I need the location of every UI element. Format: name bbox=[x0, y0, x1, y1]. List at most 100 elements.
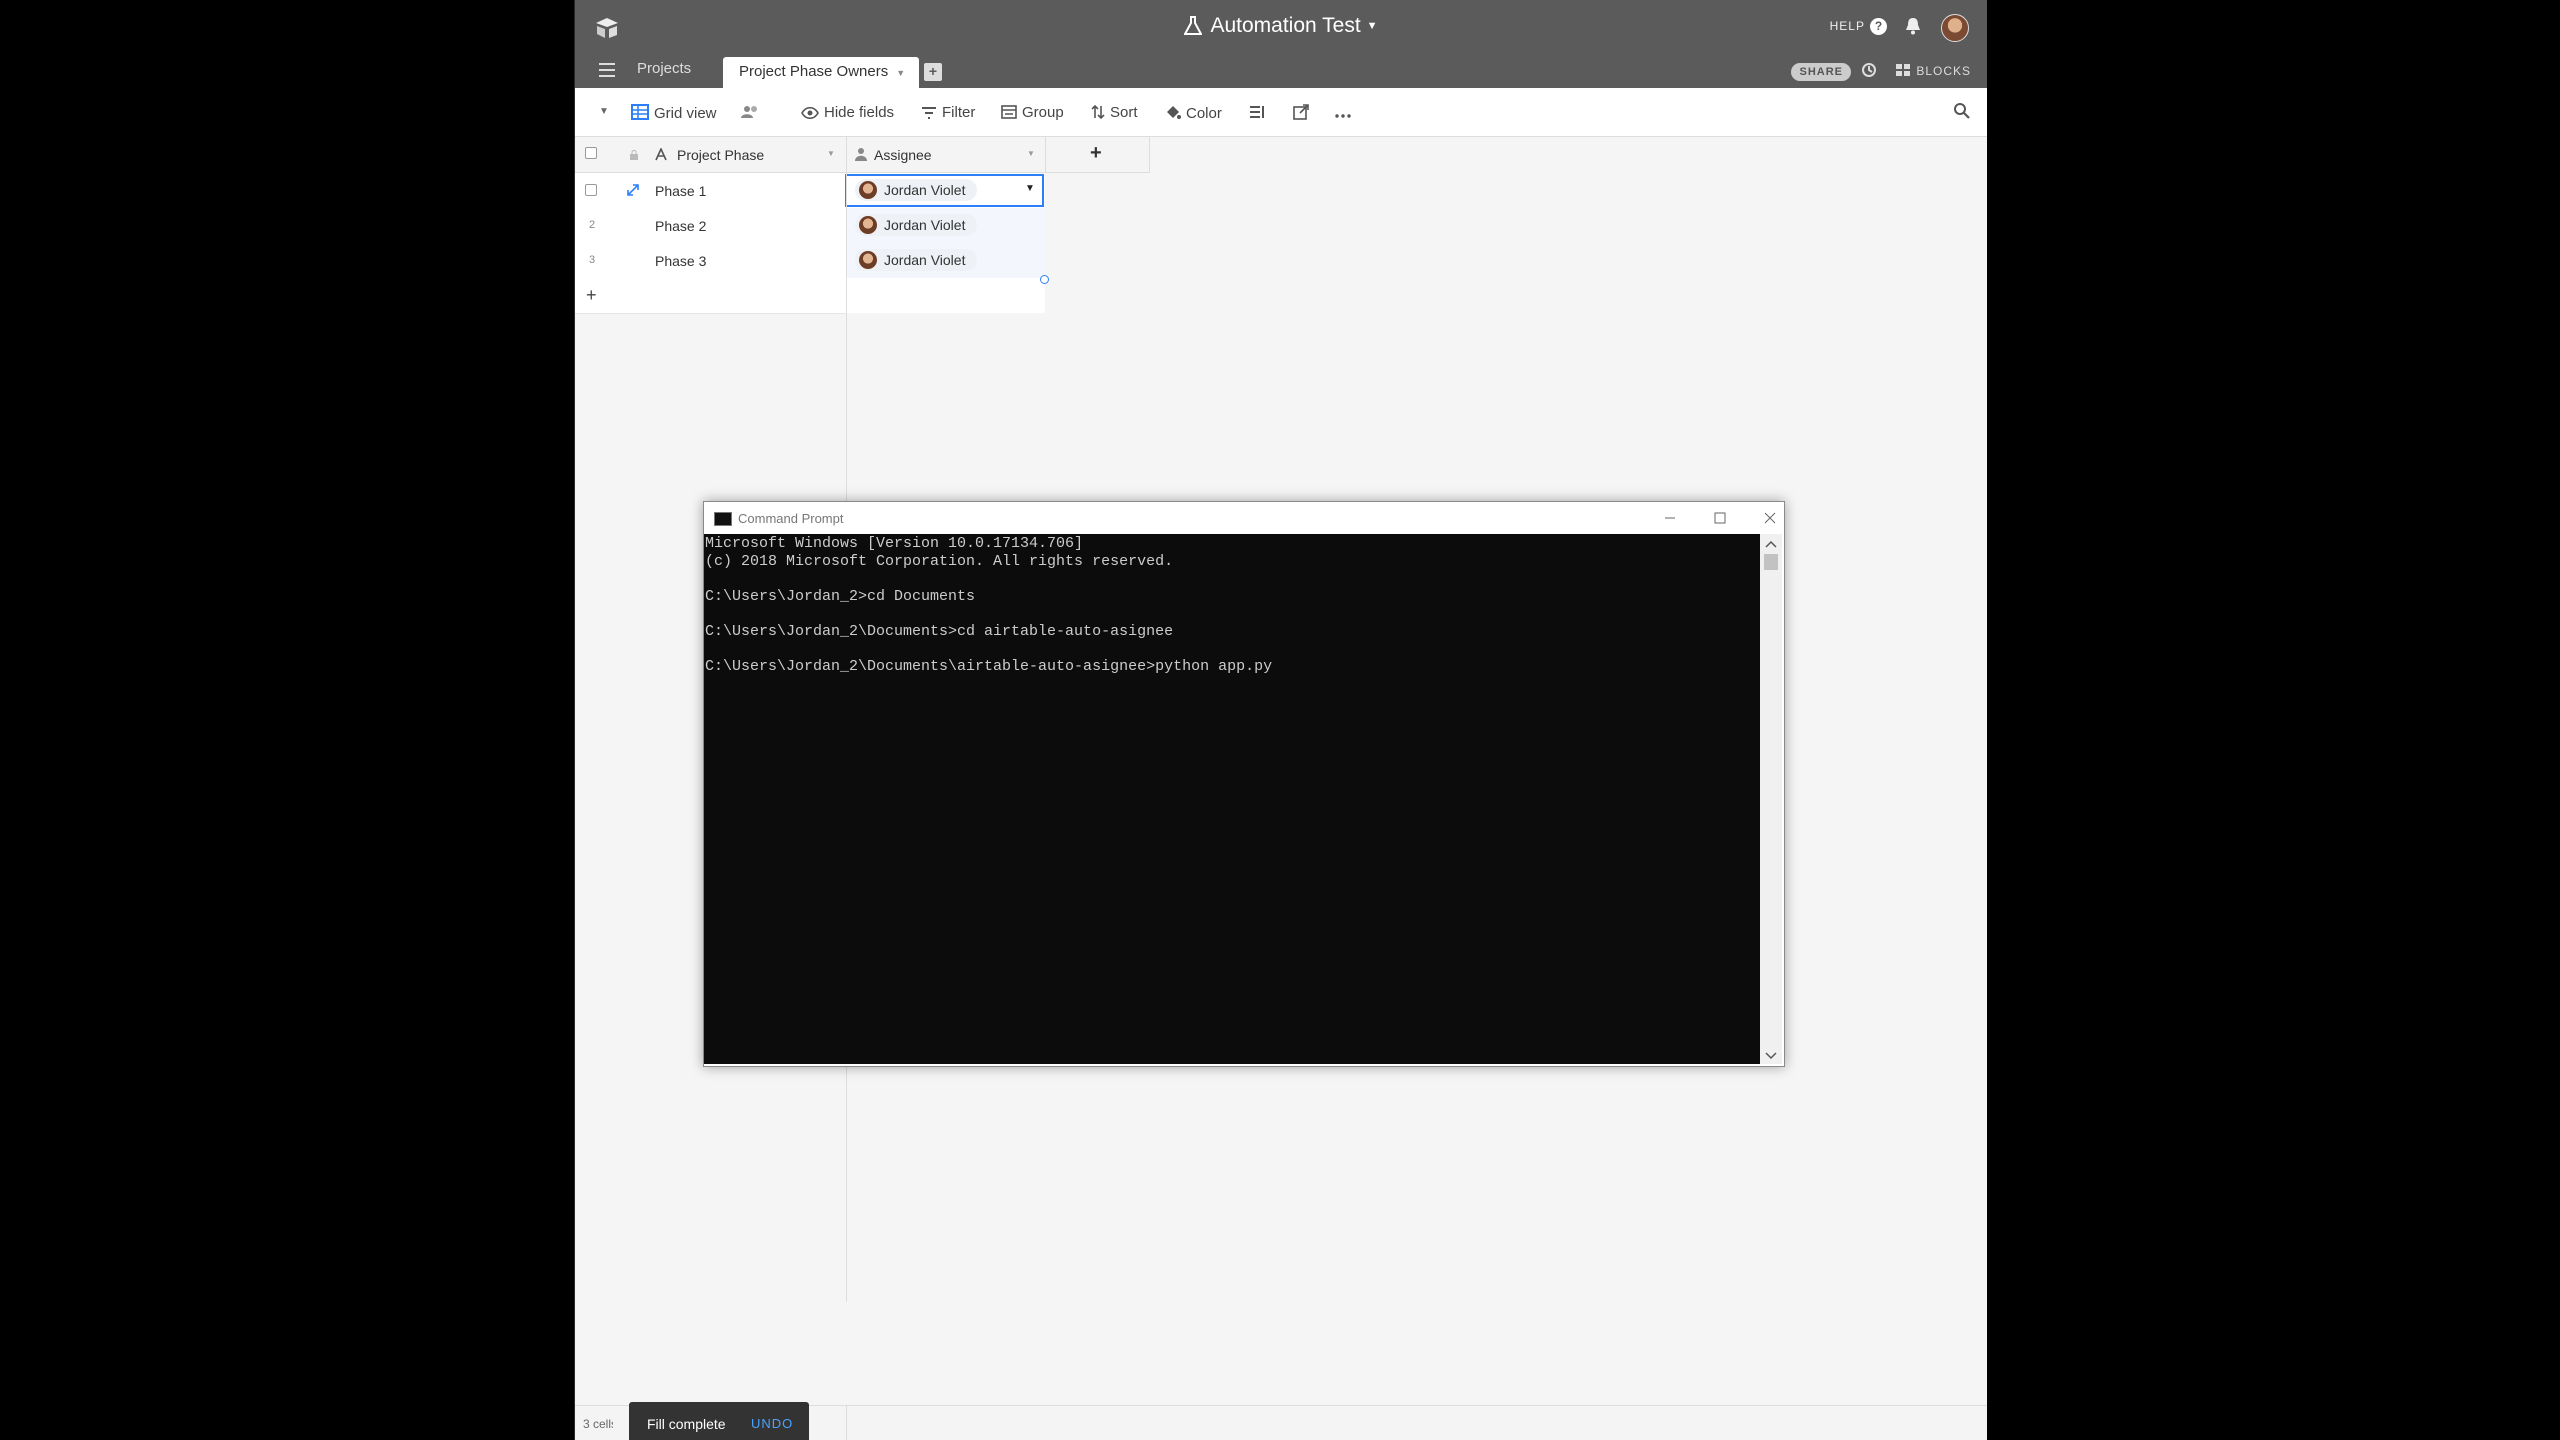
sort-button[interactable]: Sort bbox=[1091, 104, 1138, 121]
add-record-icon[interactable]: + bbox=[586, 285, 597, 306]
project-phase-cell[interactable]: Phase 3 bbox=[655, 253, 706, 269]
scroll-up-icon[interactable] bbox=[1765, 540, 1777, 548]
help-icon[interactable]: ? bbox=[1870, 18, 1887, 35]
console-line: C:\Users\Jordan_2\Documents>cd airtable-… bbox=[705, 622, 1174, 640]
assignee-name: Jordan Violet bbox=[884, 217, 966, 233]
column-header-project-phase: Project Phase bbox=[677, 147, 765, 163]
minimize-icon[interactable] bbox=[1660, 508, 1680, 528]
avatar bbox=[859, 251, 877, 269]
view-name: Grid view bbox=[654, 105, 717, 122]
base-title[interactable]: Automation Test ▼ bbox=[575, 14, 1987, 38]
primary-column-header[interactable]: Project Phase ▼ bbox=[575, 137, 846, 173]
assignee-column-header[interactable]: Assignee ▼ bbox=[846, 137, 1045, 173]
bell-icon[interactable] bbox=[1903, 16, 1923, 36]
view-toolbar: ▼ Grid view Hide fields Filter Group Sor… bbox=[575, 88, 1987, 137]
text-field-icon bbox=[655, 148, 667, 161]
base-title-text: Automation Test bbox=[1210, 14, 1361, 37]
add-table-icon[interactable]: + bbox=[924, 63, 942, 81]
share-view-icon[interactable] bbox=[1293, 104, 1314, 122]
undo-button[interactable]: UNDO bbox=[751, 1416, 793, 1431]
empty-cell bbox=[846, 278, 1045, 313]
terminal-icon bbox=[714, 512, 732, 526]
row-height-icon[interactable] bbox=[1249, 104, 1270, 121]
group-icon bbox=[1001, 105, 1017, 119]
table-row[interactable]: Phase 1 Jordan Violet ▼ bbox=[575, 173, 1045, 209]
grid-view-icon bbox=[631, 104, 649, 120]
cmd-window-title: Command Prompt bbox=[738, 511, 844, 526]
hide-fields-label: Hide fields bbox=[824, 104, 895, 121]
console-line: (c) 2018 Microsoft Corporation. All righ… bbox=[705, 552, 1174, 570]
console-line: Microsoft Windows [Version 10.0.17134.70… bbox=[705, 535, 1084, 552]
assignee-cell[interactable]: Jordan Violet bbox=[846, 243, 1045, 278]
column-header-assignee: Assignee bbox=[874, 147, 932, 163]
fill-handle[interactable] bbox=[1040, 275, 1049, 284]
filter-label: Filter bbox=[942, 104, 976, 121]
console-line: C:\Users\Jordan_2>cd Documents bbox=[705, 587, 976, 605]
help-label[interactable]: HELP bbox=[1830, 19, 1865, 33]
add-record-row[interactable]: + bbox=[575, 278, 1045, 314]
select-all-checkbox[interactable] bbox=[585, 147, 597, 159]
maximize-icon[interactable] bbox=[1710, 508, 1730, 528]
add-field-button[interactable]: + bbox=[1045, 137, 1150, 173]
table-row[interactable]: 2 Phase 2 Jordan Violet bbox=[575, 208, 1045, 244]
history-icon[interactable] bbox=[1861, 62, 1877, 78]
expand-record-icon[interactable] bbox=[627, 184, 639, 196]
blocks-icon bbox=[1896, 64, 1911, 76]
blocks-label: BLOCKS bbox=[1916, 64, 1971, 78]
close-icon[interactable] bbox=[1760, 508, 1780, 528]
toast-message: Fill complete bbox=[647, 1416, 726, 1432]
user-field-icon bbox=[855, 148, 867, 161]
assignee-name: Jordan Violet bbox=[884, 252, 966, 268]
sort-label: Sort bbox=[1110, 104, 1138, 121]
cmd-title-bar[interactable]: Command Prompt bbox=[704, 502, 1784, 534]
assignee-cell[interactable]: Jordan Violet bbox=[846, 208, 1045, 243]
caret-down-icon[interactable]: ▼ bbox=[896, 68, 905, 78]
flask-icon bbox=[1184, 16, 1203, 36]
vertical-scrollbar[interactable] bbox=[1760, 534, 1782, 1064]
lock-icon bbox=[630, 150, 638, 160]
sort-icon bbox=[1091, 104, 1105, 120]
tab-projects[interactable]: Projects bbox=[637, 60, 691, 77]
command-prompt-window[interactable]: Command Prompt Microsoft Windows [Versio… bbox=[703, 501, 1785, 1067]
chevron-down-icon[interactable]: ▼ bbox=[827, 149, 835, 158]
search-icon[interactable] bbox=[1953, 102, 1971, 120]
user-avatar[interactable] bbox=[1941, 14, 1969, 42]
share-button[interactable]: SHARE bbox=[1791, 63, 1851, 81]
project-phase-cell[interactable]: Phase 2 bbox=[655, 218, 706, 234]
selection-summary: 3 cells s bbox=[583, 1417, 613, 1431]
filter-button[interactable]: Filter bbox=[921, 104, 975, 121]
top-bar: Automation Test ▼ HELP ? Projects Project… bbox=[575, 0, 1987, 88]
collaborator-pill: Jordan Violet bbox=[855, 249, 978, 271]
console-output[interactable]: Microsoft Windows [Version 10.0.17134.70… bbox=[704, 534, 1760, 1064]
eye-icon bbox=[801, 106, 819, 120]
paint-bucket-icon bbox=[1167, 106, 1181, 119]
active-cell-outline bbox=[845, 174, 1044, 207]
blocks-button[interactable]: BLOCKS bbox=[1896, 64, 1971, 78]
row-checkbox[interactable] bbox=[585, 184, 597, 196]
table-row[interactable]: 3 Phase 3 Jordan Violet bbox=[575, 243, 1045, 279]
tab-project-phase-owners[interactable]: Project Phase Owners ▼ bbox=[723, 57, 920, 88]
filter-icon bbox=[922, 107, 936, 119]
hide-fields-button[interactable]: Hide fields bbox=[801, 104, 894, 121]
color-button[interactable]: Color bbox=[1165, 104, 1222, 122]
chevron-down-icon[interactable]: ▼ bbox=[1027, 149, 1035, 158]
row-number: 3 bbox=[589, 254, 596, 266]
menu-icon[interactable] bbox=[599, 63, 615, 77]
toast-notification: Fill complete UNDO bbox=[629, 1402, 809, 1440]
caret-down-icon: ▼ bbox=[1366, 20, 1378, 33]
group-button[interactable]: Group bbox=[1001, 104, 1064, 121]
avatar bbox=[859, 216, 877, 234]
project-phase-cell[interactable]: Phase 1 bbox=[655, 183, 706, 199]
collaborators-icon[interactable] bbox=[741, 104, 764, 121]
view-switcher[interactable]: Grid view bbox=[631, 104, 717, 122]
console-line: C:\Users\Jordan_2\Documents\airtable-aut… bbox=[705, 658, 1273, 676]
sidebar-toggle-icon[interactable]: ▼ bbox=[599, 106, 609, 117]
group-label: Group bbox=[1022, 104, 1064, 121]
more-options-icon[interactable] bbox=[1335, 104, 1356, 121]
add-field-icon: + bbox=[1090, 142, 1102, 164]
scroll-down-icon[interactable] bbox=[1765, 1052, 1777, 1060]
scrollbar-thumb[interactable] bbox=[1764, 554, 1778, 570]
